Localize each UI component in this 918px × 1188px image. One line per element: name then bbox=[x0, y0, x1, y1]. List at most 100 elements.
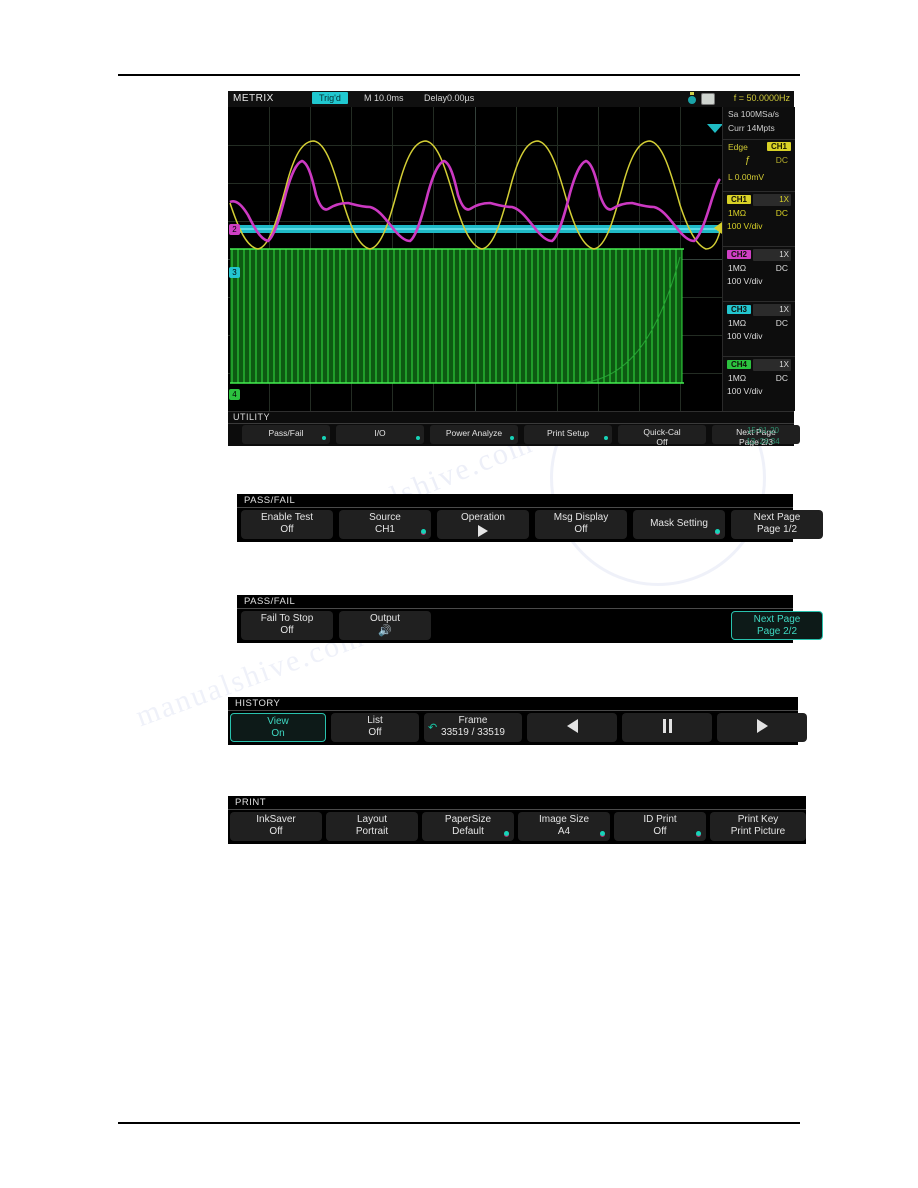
datetime-readout: 15-01-20 13 :26:34 bbox=[735, 425, 791, 447]
history-button-view[interactable]: View On bbox=[230, 713, 326, 742]
history-button-pause[interactable] bbox=[622, 713, 712, 742]
utility-button-pass-fail[interactable]: Pass/Fail bbox=[242, 425, 330, 444]
layout-value: Portrait bbox=[355, 826, 389, 837]
trigger-info-panel[interactable]: Edge CH1 ƒ DC L 0.00mV bbox=[723, 139, 795, 188]
ch1-trigger-level-marker[interactable] bbox=[714, 222, 722, 234]
history-button-list[interactable]: List Off bbox=[331, 713, 419, 742]
enable-test-label: Enable Test bbox=[260, 512, 314, 523]
print-menu: PRINT InkSaver Off Layout Portrait Paper… bbox=[228, 796, 806, 844]
imagesize-label: Image Size bbox=[538, 814, 590, 825]
submenu-dot-icon bbox=[322, 436, 326, 440]
brand-label: METRIX bbox=[233, 93, 274, 104]
utility-button-power-analyze[interactable]: Power Analyze bbox=[430, 425, 518, 444]
ch1-info-panel[interactable]: CH1 1X 1MΩ DC 100 V/div bbox=[723, 191, 795, 239]
next-page2-value: Page 2/2 bbox=[756, 626, 798, 637]
passfail-button-fail-to-stop[interactable]: Fail To Stop Off bbox=[241, 611, 333, 640]
ch4-probe-label: 1X bbox=[779, 360, 789, 369]
passfail-button-operation[interactable]: Operation bbox=[437, 510, 529, 539]
utility-button-pass-fail-label: Pass/Fail bbox=[268, 428, 304, 438]
inksaver-value: Off bbox=[269, 826, 283, 837]
printkey-value: Print Picture bbox=[730, 826, 786, 837]
msg-display-label: Msg Display bbox=[553, 512, 609, 523]
ch4-position-marker[interactable]: 4 bbox=[229, 389, 240, 400]
ch2-position-marker[interactable]: 2 bbox=[229, 224, 240, 235]
memory-depth-label: Curr 14Mpts bbox=[728, 123, 775, 133]
passfail-button-enable-test[interactable]: Enable Test Off bbox=[241, 510, 333, 539]
print-button-printkey[interactable]: Print Key Print Picture bbox=[710, 812, 806, 841]
ch1-badge: CH1 bbox=[727, 195, 752, 204]
utility-button-io[interactable]: I/O bbox=[336, 425, 424, 444]
history-button-frame[interactable]: ↶ Frame 33519 / 33519 bbox=[424, 713, 522, 742]
frame-value: 33519 / 33519 bbox=[441, 727, 505, 738]
fail-to-stop-label: Fail To Stop bbox=[260, 613, 314, 624]
idprint-value: Off bbox=[653, 826, 667, 837]
trigger-coupling-label: DC bbox=[775, 155, 788, 165]
ch4-scale-label: 100 V/div bbox=[727, 386, 763, 396]
ch2-info-panel[interactable]: CH2 1X 1MΩ DC 100 V/div bbox=[723, 246, 795, 294]
view-value: On bbox=[271, 728, 285, 739]
waveform-traces bbox=[229, 140, 722, 384]
ch1-probe-label: 1X bbox=[779, 195, 789, 204]
next-page-value: Page 1/2 bbox=[756, 524, 798, 535]
prev-icon bbox=[566, 719, 578, 733]
trigger-position-marker[interactable] bbox=[707, 124, 722, 133]
passfail-button-next-page[interactable]: Next Page Page 1/2 bbox=[731, 510, 823, 539]
print-button-layout[interactable]: Layout Portrait bbox=[326, 812, 418, 841]
display-icon bbox=[702, 94, 714, 104]
source-label: Source bbox=[369, 512, 401, 523]
trigger-level-label: L 0.00mV bbox=[728, 172, 765, 182]
document-page: manualshive.com manualshive.com METRIX T… bbox=[0, 0, 918, 1188]
print-button-idprint[interactable]: ID Print Off bbox=[614, 812, 706, 841]
inksaver-label: InkSaver bbox=[256, 814, 296, 825]
passfail-button-msg-display[interactable]: Msg Display Off bbox=[535, 510, 627, 539]
history-button-prev[interactable] bbox=[527, 713, 617, 742]
usb-icon bbox=[688, 92, 696, 104]
utility-button-quick-cal[interactable]: Quick-Cal Off bbox=[618, 425, 706, 447]
ch3-position-marker[interactable]: 3 bbox=[229, 267, 240, 278]
passfail-button-mask-setting[interactable]: Mask Setting bbox=[633, 510, 725, 539]
utility-button-print-setup[interactable]: Print Setup bbox=[524, 425, 612, 444]
fail-to-stop-value: Off bbox=[280, 625, 294, 636]
ch2-coupling-label: DC bbox=[775, 263, 788, 273]
passfail-button-next-page-2[interactable]: Next Page Page 2/2 bbox=[731, 611, 823, 640]
print-button-imagesize[interactable]: Image Size A4 bbox=[518, 812, 610, 841]
source-value: CH1 bbox=[374, 524, 395, 535]
waveform-grid: 2 3 4 bbox=[228, 107, 722, 411]
next-icon bbox=[756, 719, 768, 733]
footer-rule bbox=[118, 1122, 800, 1124]
date-label: 15-01-20 bbox=[746, 426, 780, 435]
ch3-coupling-label: DC bbox=[775, 318, 788, 328]
play-icon bbox=[478, 525, 488, 537]
history-menu: HISTORY View On List Off ↶ Frame 33519 /… bbox=[228, 697, 807, 745]
trigger-slope-icon: ƒ bbox=[745, 155, 751, 166]
timebase-label: M 10.0ms bbox=[364, 93, 404, 103]
passfail-button-source[interactable]: Source CH1 bbox=[339, 510, 431, 539]
submenu-dot-icon bbox=[504, 831, 509, 836]
pause-icon bbox=[662, 719, 673, 733]
utility-button-io-label: I/O bbox=[374, 428, 386, 438]
papersize-value: Default bbox=[452, 826, 484, 837]
oscilloscope-screen: METRIX Trig'd M 10.0ms Delay0.00µs f = 5… bbox=[228, 91, 800, 447]
acquisition-info: Sa 100MSa/s Curr 14Mpts bbox=[723, 107, 795, 137]
ch2-badge: CH2 bbox=[727, 250, 752, 259]
header-rule bbox=[118, 74, 800, 76]
passfail-button-output[interactable]: Output 🔊 bbox=[339, 611, 431, 640]
ch4-info-panel[interactable]: CH4 1X 1MΩ DC 100 V/div bbox=[723, 356, 795, 404]
submenu-dot-icon bbox=[604, 436, 608, 440]
print-title: PRINT bbox=[235, 797, 266, 808]
ch3-scale-label: 100 V/div bbox=[727, 331, 763, 341]
ch3-info-panel[interactable]: CH3 1X 1MΩ DC 100 V/div bbox=[723, 301, 795, 349]
mask-setting-label: Mask Setting bbox=[650, 518, 708, 529]
scope-status-bar: METRIX Trig'd M 10.0ms Delay0.00µs f = 5… bbox=[228, 91, 794, 107]
ch2-scale-label: 100 V/div bbox=[727, 276, 763, 286]
submenu-dot-icon bbox=[600, 831, 605, 836]
history-button-next[interactable] bbox=[717, 713, 807, 742]
layout-label: Layout bbox=[356, 814, 388, 825]
print-button-inksaver[interactable]: InkSaver Off bbox=[230, 812, 322, 841]
ch2-probe-label: 1X bbox=[779, 250, 789, 259]
utility-button-quick-cal-label: Quick-Cal bbox=[643, 427, 681, 437]
trigger-status-badge: Trig'd bbox=[312, 92, 348, 104]
submenu-dot-icon bbox=[715, 529, 720, 534]
passfail-page2-title: PASS/FAIL bbox=[244, 596, 296, 607]
print-button-papersize[interactable]: PaperSize Default bbox=[422, 812, 514, 841]
